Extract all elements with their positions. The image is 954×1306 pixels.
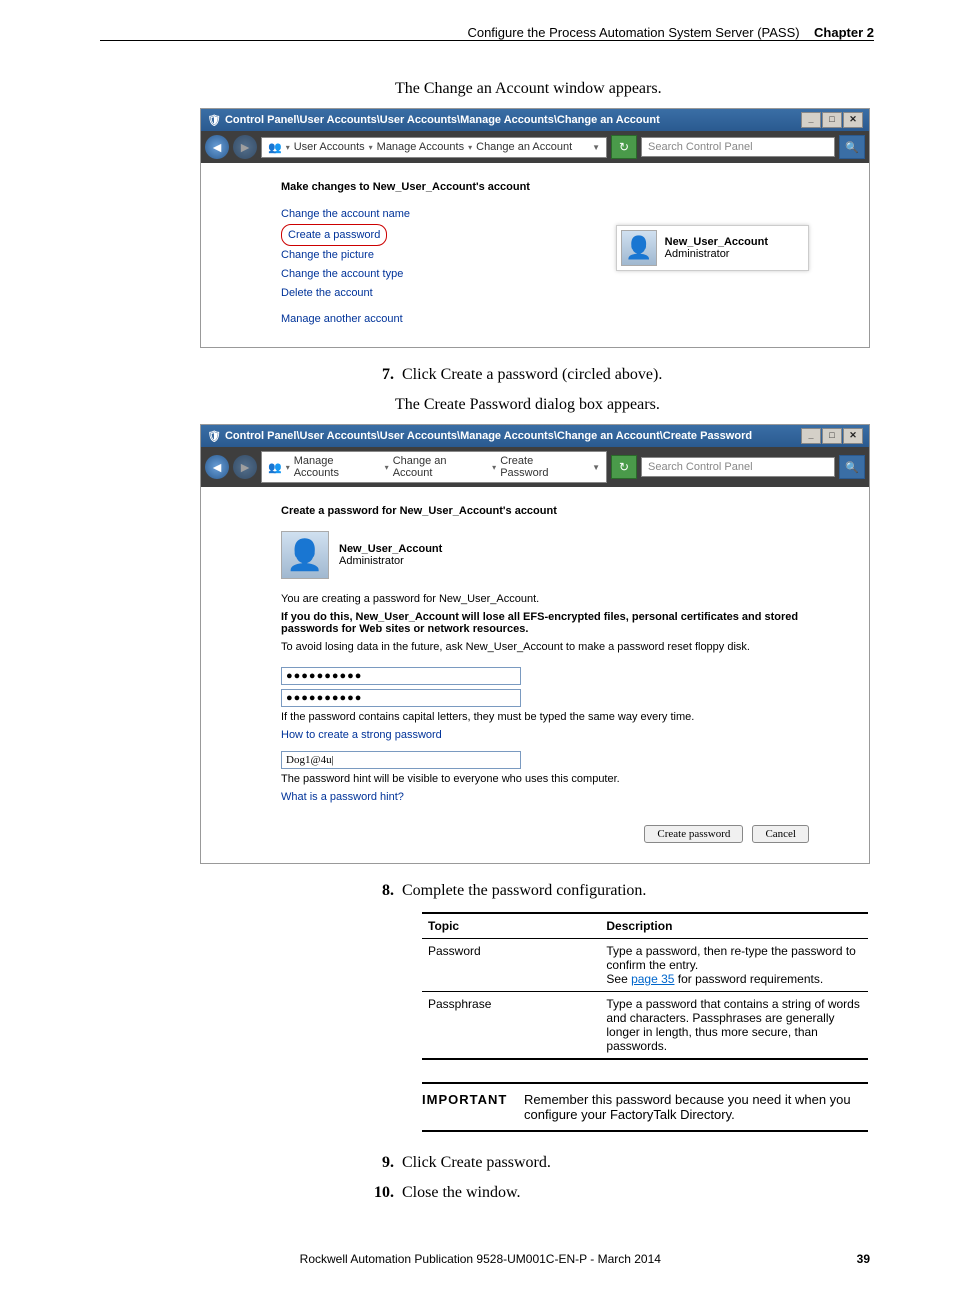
td-topic: Passphrase — [422, 992, 600, 1060]
bc-item[interactable]: Manage Accounts — [294, 455, 381, 479]
page-header: Configure the Process Automation System … — [100, 25, 874, 40]
bc-item[interactable]: Change an Account — [476, 141, 572, 153]
description-table: Topic Description Password Type a passwo… — [422, 912, 868, 1060]
user-tile-2: 👤 New_User_Account Administrator — [281, 531, 809, 579]
password-hint-link[interactable]: What is a password hint? — [281, 791, 809, 803]
header-section: Configure the Process Automation System … — [467, 25, 799, 40]
th-description: Description — [600, 913, 868, 939]
nav-bar-1: ◄ ► 👥 ▾ User Accounts ▾ Manage Accounts … — [201, 131, 869, 163]
search-input[interactable]: Search Control Panel — [641, 137, 835, 157]
nav-bar-2: ◄ ► 👥 ▾ Manage Accounts ▾ Change an Acco… — [201, 447, 869, 487]
forward-button[interactable]: ► — [233, 135, 257, 159]
breadcrumb-2[interactable]: 👥 ▾ Manage Accounts ▾ Change an Account … — [261, 451, 607, 483]
back-button[interactable]: ◄ — [205, 455, 229, 479]
caps-note: If the password contains capital letters… — [281, 711, 809, 723]
user-role: Administrator — [665, 248, 730, 260]
window-icon: 🛡 — [207, 114, 221, 127]
create-password-heading: Create a password for New_User_Account's… — [281, 505, 809, 517]
minimize-button[interactable]: _ — [801, 428, 821, 444]
page-footer: Rockwell Automation Publication 9528-UM0… — [100, 1252, 874, 1266]
titlebar-2: 🛡 Control Panel\User Accounts\User Accou… — [201, 425, 869, 447]
close-button[interactable]: ✕ — [843, 112, 863, 128]
manage-another-link[interactable]: Manage another account — [281, 310, 845, 329]
users-icon: 👥 — [268, 141, 282, 154]
step-9: 9.Click Create password. — [370, 1154, 874, 1172]
strong-password-link[interactable]: How to create a strong password — [281, 729, 809, 741]
bc-item[interactable]: Create Password — [500, 455, 584, 479]
window-icon: 🛡 — [207, 430, 221, 443]
user-picture-icon: 👤 — [281, 531, 329, 579]
breadcrumb-1[interactable]: 👥 ▾ User Accounts ▾ Manage Accounts ▾ Ch… — [261, 137, 607, 158]
delete-account-link[interactable]: Delete the account — [281, 284, 845, 303]
search-input[interactable]: Search Control Panel — [641, 457, 835, 477]
user-name: New_User_Account — [339, 543, 442, 555]
creating-password-text: You are creating a password for New_User… — [281, 593, 809, 605]
step-8: 8.Complete the password configuration. — [370, 882, 874, 900]
search-button[interactable]: 🔍 — [839, 455, 865, 479]
make-changes-heading: Make changes to New_User_Account's accou… — [281, 181, 845, 193]
important-box: IMPORTANT Remember this password because… — [422, 1082, 868, 1132]
change-account-window: 🛡 Control Panel\User Accounts\User Accou… — [200, 108, 870, 348]
th-topic: Topic — [422, 913, 600, 939]
user-role: Administrator — [339, 555, 404, 567]
create-password-window: 🛡 Control Panel\User Accounts\User Accou… — [200, 424, 870, 864]
hint-input[interactable]: Dog1@4u| — [281, 751, 521, 769]
intro-1: The Change an Account window appears. — [395, 80, 874, 98]
chevron-down-icon[interactable]: ▼ — [592, 463, 600, 472]
step-10: 10.Close the window. — [370, 1184, 874, 1202]
bc-item[interactable]: Manage Accounts — [377, 141, 464, 153]
bc-item[interactable]: User Accounts — [294, 141, 365, 153]
change-name-link[interactable]: Change the account name — [281, 205, 845, 224]
header-chapter: Chapter 2 — [814, 25, 874, 40]
bc-item[interactable]: Change an Account — [393, 455, 488, 479]
warning-text: If you do this, New_User_Account will lo… — [281, 611, 809, 635]
hint-note: The password hint will be visible to eve… — [281, 773, 809, 785]
create-password-button[interactable]: Create password — [644, 825, 743, 843]
back-button[interactable]: ◄ — [205, 135, 229, 159]
publication-id: Rockwell Automation Publication 9528-UM0… — [300, 1252, 661, 1266]
window-title-1: Control Panel\User Accounts\User Account… — [225, 114, 660, 126]
minimize-button[interactable]: _ — [801, 112, 821, 128]
avoid-loss-text: To avoid losing data in the future, ask … — [281, 641, 809, 653]
td-desc: Type a password, then re-type the passwo… — [600, 939, 868, 992]
create-password-link[interactable]: Create a password — [281, 224, 387, 247]
page-35-link[interactable]: page 35 — [631, 972, 674, 986]
step-7: 7.Click Create a password (circled above… — [370, 366, 874, 384]
page-number: 39 — [857, 1252, 870, 1266]
user-picture-icon: 👤 — [621, 230, 657, 266]
chevron-down-icon[interactable]: ▼ — [592, 143, 600, 152]
refresh-button[interactable]: ↻ — [611, 135, 637, 159]
maximize-button[interactable]: □ — [822, 112, 842, 128]
cancel-button[interactable]: Cancel — [752, 825, 809, 843]
password-input[interactable]: ●●●●●●●●●● — [281, 667, 521, 685]
intro-2: The Create Password dialog box appears. — [395, 396, 874, 414]
important-label: IMPORTANT — [422, 1092, 510, 1122]
user-name: New_User_Account — [665, 236, 768, 248]
td-topic: Password — [422, 939, 600, 992]
window-title-2: Control Panel\User Accounts\User Account… — [225, 430, 752, 442]
password-confirm-input[interactable]: ●●●●●●●●●● — [281, 689, 521, 707]
user-tile: 👤 New_User_Account Administrator — [616, 225, 809, 271]
td-desc: Type a password that contains a string o… — [600, 992, 868, 1060]
refresh-button[interactable]: ↻ — [611, 455, 637, 479]
users-icon: 👥 — [268, 461, 282, 474]
maximize-button[interactable]: □ — [822, 428, 842, 444]
close-button[interactable]: ✕ — [843, 428, 863, 444]
search-button[interactable]: 🔍 — [839, 135, 865, 159]
important-text: Remember this password because you need … — [524, 1092, 868, 1122]
titlebar-1: 🛡 Control Panel\User Accounts\User Accou… — [201, 109, 869, 131]
forward-button[interactable]: ► — [233, 455, 257, 479]
